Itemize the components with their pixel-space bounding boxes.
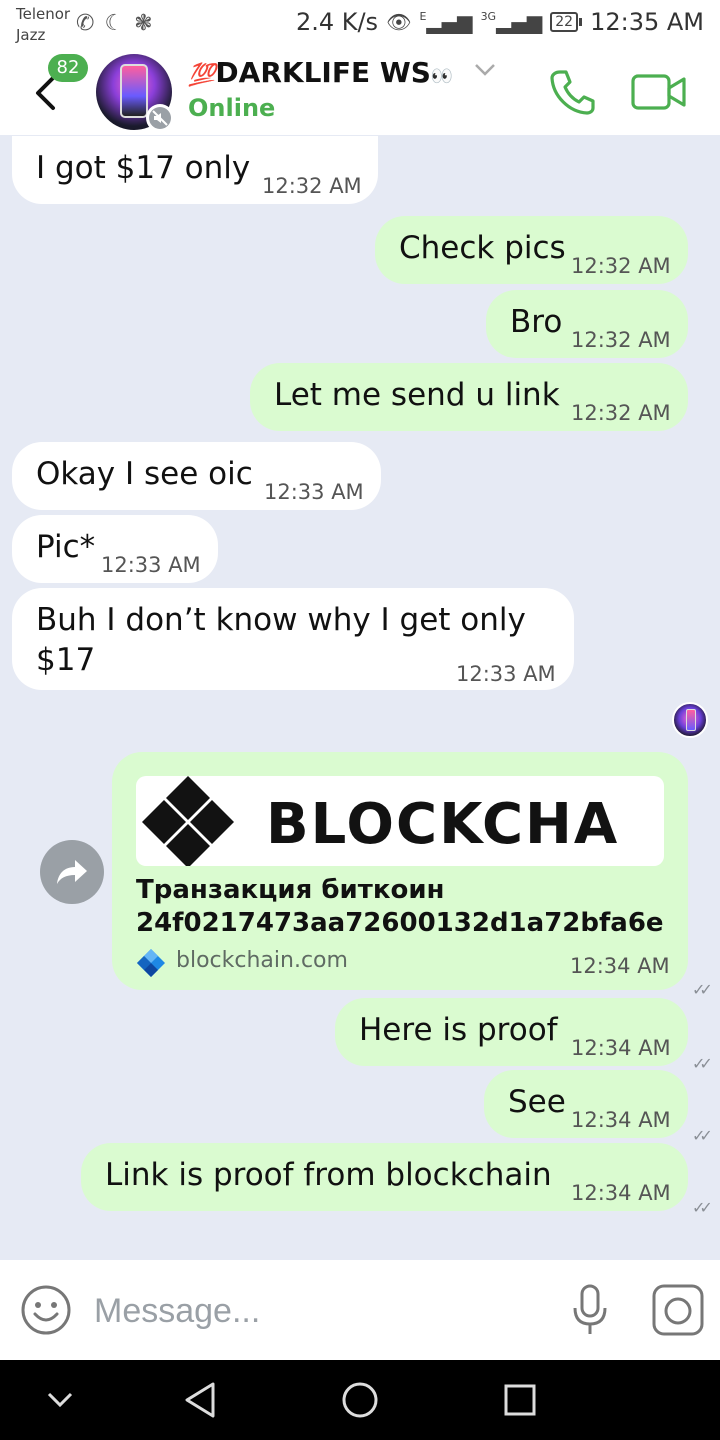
message-incoming[interactable]: Pic* 12:33 AM xyxy=(12,515,218,583)
phone-icon xyxy=(550,70,595,115)
message-text: Pic* xyxy=(36,529,96,565)
link-preview-image[interactable]: BLOCKCHA xyxy=(136,776,664,866)
message-outgoing[interactable]: Let me send u link 12:32 AM xyxy=(250,363,688,431)
message-text-line-1: Buh I don’t know why I get only xyxy=(36,602,526,638)
message-outgoing[interactable]: Here is proof 12:34 AM xyxy=(335,998,688,1066)
delivered-ticks-icon: ✓✓ xyxy=(692,1198,713,1217)
message-outgoing[interactable]: Check pics 12:32 AM xyxy=(375,216,688,284)
link-title[interactable]: Транзакция биткоин 24f0217473aa72600132d… xyxy=(136,874,664,940)
message-text: See xyxy=(508,1084,566,1120)
message-time: 12:32 AM xyxy=(571,328,671,352)
message-time: 12:33 AM xyxy=(264,480,364,504)
message-text: Check pics xyxy=(399,230,566,266)
message-text: Link is proof from blockchain xyxy=(105,1157,552,1193)
link-title-line-1: Транзакция биткоин xyxy=(136,875,445,905)
top-bar: Telenor Jazz ✆ ☾ ❃ 2.4 K/s 👁 E▂▄▆ 3G▂▄▆ … xyxy=(0,0,720,135)
message-text: Okay I see oic xyxy=(36,456,253,492)
message-text: I got $17 only xyxy=(36,150,251,186)
message-text: Here is proof xyxy=(359,1012,558,1048)
network-type-1: E xyxy=(419,10,427,23)
message-time: 12:32 AM xyxy=(262,174,362,198)
chevron-down-icon xyxy=(475,64,495,76)
message-time: 12:32 AM xyxy=(571,254,671,278)
signal-icon-1: E▂▄▆ xyxy=(419,10,473,34)
camera-button[interactable] xyxy=(650,1282,706,1338)
muted-speaker-icon xyxy=(152,110,168,126)
microphone-button[interactable] xyxy=(570,1282,610,1338)
hundred-emoji: 💯 xyxy=(188,63,216,88)
network-speed: 2.4 K/s xyxy=(295,8,379,36)
link-preview-message[interactable]: BLOCKCHA Транзакция биткоин 24f0217473aa… xyxy=(112,752,688,990)
battery-icon: 22 xyxy=(550,12,583,32)
forward-button[interactable] xyxy=(40,840,104,904)
link-domain[interactable]: blockchain.com xyxy=(176,948,348,973)
circle-home-icon xyxy=(342,1382,378,1418)
forward-arrow-icon xyxy=(57,860,87,884)
message-time: 12:33 AM xyxy=(101,553,201,577)
preview-brand-text: BLOCKCHA xyxy=(266,792,620,857)
whatsapp-call-icon: ✆ xyxy=(76,11,95,36)
nav-hide-button[interactable] xyxy=(38,1378,82,1422)
unread-badge: 82 xyxy=(48,54,88,82)
network-type-2: 3G xyxy=(480,10,497,23)
eye-icon: 👁 xyxy=(386,10,412,34)
video-call-button[interactable] xyxy=(630,70,688,114)
battery-level: 22 xyxy=(550,12,579,32)
carrier-label: Telenor Jazz xyxy=(16,4,70,46)
message-time: 12:34 AM xyxy=(571,1108,671,1132)
message-input[interactable] xyxy=(94,1288,534,1334)
message-incoming[interactable]: Okay I see oic 12:33 AM xyxy=(12,442,381,510)
message-text: Bro xyxy=(510,304,563,340)
contact-name[interactable]: 💯DARKLIFE WS👀 xyxy=(188,56,453,89)
carrier-line-1: Telenor xyxy=(16,5,71,23)
message-outgoing[interactable]: Link is proof from blockchain 12:34 AM xyxy=(81,1143,688,1211)
nav-back-button[interactable] xyxy=(178,1378,222,1422)
site-favicon-icon xyxy=(137,949,165,977)
message-time: 12:32 AM xyxy=(571,401,671,425)
camera-icon xyxy=(652,1284,704,1336)
delivered-ticks-icon: ✓✓ xyxy=(692,980,713,999)
message-time: 12:33 AM xyxy=(456,662,556,686)
nav-recents-button[interactable] xyxy=(498,1378,542,1422)
square-recents-icon xyxy=(504,1384,536,1416)
video-camera-icon xyxy=(631,74,686,110)
emoji-button[interactable] xyxy=(20,1284,72,1336)
delivered-ticks-icon: ✓✓ xyxy=(692,1054,713,1073)
carrier-line-2: Jazz xyxy=(16,26,46,44)
online-status: Online xyxy=(188,94,276,122)
app-icon: ❃ xyxy=(134,11,153,36)
message-incoming[interactable]: I got $17 only 12:32 AM xyxy=(12,136,378,204)
smiley-icon xyxy=(21,1285,71,1335)
voice-call-button[interactable] xyxy=(546,66,598,118)
link-title-line-2: 24f0217473aa72600132d1a72bfa6e0d... xyxy=(136,908,664,938)
mute-badge xyxy=(146,104,174,132)
status-left-icons: ✆ ☾ ❃ xyxy=(76,12,153,36)
message-text-line-2: $17 xyxy=(36,642,96,678)
triangle-back-icon xyxy=(185,1382,215,1418)
contact-name-text: DARKLIFE WS xyxy=(215,56,431,89)
contact-menu-dropdown[interactable] xyxy=(474,62,496,81)
system-nav-bar xyxy=(0,1360,720,1440)
blockchain-logo-icon xyxy=(142,776,234,866)
message-time: 12:34 AM xyxy=(571,1036,671,1060)
message-outgoing[interactable]: See 12:34 AM xyxy=(484,1070,688,1138)
status-time: 12:35 AM xyxy=(590,8,704,36)
chevron-down-icon xyxy=(47,1392,73,1408)
signal-icon-2: 3G▂▄▆ xyxy=(480,10,543,34)
microphone-icon xyxy=(573,1284,607,1334)
message-outgoing[interactable]: Bro 12:32 AM xyxy=(486,290,688,358)
nav-home-button[interactable] xyxy=(338,1378,382,1422)
message-time: 12:34 AM xyxy=(570,954,670,978)
message-incoming[interactable]: Buh I don’t know why I get only $17 12:3… xyxy=(12,588,574,690)
message-text: Let me send u link xyxy=(274,377,560,413)
eyes-emoji: 👀 xyxy=(430,66,454,87)
message-input-bar xyxy=(0,1260,720,1360)
status-right: 2.4 K/s 👁 E▂▄▆ 3G▂▄▆ 22 12:35 AM xyxy=(296,8,704,36)
moon-icon: ☾ xyxy=(104,11,125,36)
message-time: 12:34 AM xyxy=(571,1181,671,1205)
delivered-ticks-icon: ✓✓ xyxy=(692,1126,713,1145)
read-receipt-avatar xyxy=(672,702,708,738)
